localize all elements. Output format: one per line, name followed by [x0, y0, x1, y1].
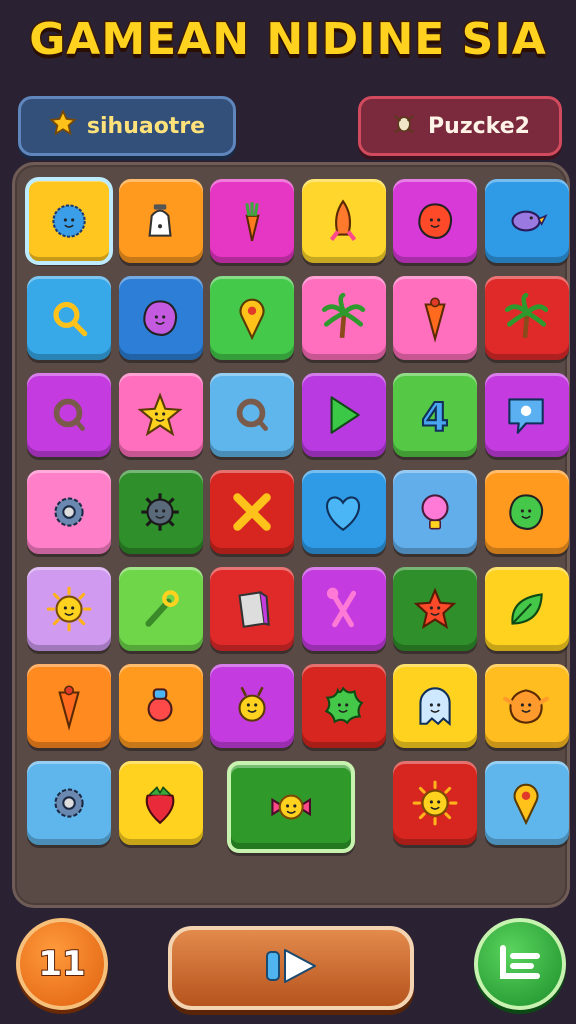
board-tile[interactable]: [301, 664, 386, 748]
moves-counter-button[interactable]: 11: [16, 918, 108, 1010]
star-icon: [49, 108, 77, 144]
wrench-icon: [119, 567, 203, 651]
red-blob-icon: [393, 179, 477, 263]
board-tile[interactable]: [27, 664, 111, 748]
puzzle-level-badge[interactable]: Puzcke2: [358, 96, 562, 156]
board-tile[interactable]: [118, 179, 203, 263]
board-tile[interactable]: [484, 373, 569, 457]
board-tile[interactable]: [484, 567, 569, 651]
toy-icon: [119, 664, 203, 748]
green-blob-icon: [485, 470, 569, 554]
palm-tree-icon: [485, 276, 569, 360]
palm-tree-icon: [302, 276, 386, 360]
purple-blob-icon: [119, 276, 203, 360]
play-arrow-icon: [302, 373, 386, 457]
board-tile-wide[interactable]: [227, 761, 355, 853]
sun-bow-icon: [231, 765, 351, 849]
svg-text:4: 4: [421, 395, 449, 441]
board-tile[interactable]: [484, 276, 569, 360]
board-tile[interactable]: [118, 276, 203, 360]
board-tile[interactable]: [301, 276, 386, 360]
bug-icon: [390, 109, 418, 144]
map-pin-icon: [210, 276, 294, 360]
menu-button[interactable]: [474, 918, 566, 1010]
gear-icon: [27, 761, 111, 845]
board-tile[interactable]: [27, 567, 111, 651]
board-tile[interactable]: [210, 664, 294, 748]
board-tile[interactable]: [210, 470, 294, 554]
board-tile[interactable]: [210, 276, 294, 360]
board-tile[interactable]: [210, 179, 294, 263]
orange-creature-icon: [485, 664, 569, 748]
board-tile[interactable]: [393, 567, 477, 651]
lightbulb-icon: [393, 470, 477, 554]
scissors-icon: [302, 567, 386, 651]
left-badge-label: sihuaotre: [86, 113, 206, 139]
board-tile[interactable]: [301, 179, 386, 263]
list-icon: [497, 942, 543, 986]
board-tile[interactable]: [118, 761, 203, 845]
board-tile[interactable]: [393, 664, 477, 748]
board-tile[interactable]: [25, 177, 113, 265]
board-tile[interactable]: [393, 179, 477, 263]
board-tile[interactable]: [484, 664, 569, 748]
board-tile[interactable]: [484, 761, 569, 845]
board-tile[interactable]: [393, 276, 477, 360]
yellow-bug-icon: [210, 664, 294, 748]
bell-icon: [119, 179, 203, 263]
play-button[interactable]: [168, 926, 414, 1010]
right-badge-label: Puzcke2: [428, 113, 530, 139]
ghost-icon: [393, 664, 477, 748]
strawberry-icon: [119, 761, 203, 845]
board-tile[interactable]: [484, 179, 569, 263]
gear-icon: [27, 470, 111, 554]
play-icon: [261, 944, 321, 992]
cone-icon: [393, 276, 477, 360]
board-tile[interactable]: 4: [393, 373, 477, 457]
ring-icon: [27, 373, 111, 457]
green-splat-icon: [302, 664, 386, 748]
cone-icon: [27, 664, 111, 748]
rocket-icon: [302, 179, 386, 263]
board-tile[interactable]: [301, 567, 386, 651]
book-icon: [210, 567, 294, 651]
board-tile[interactable]: [301, 373, 386, 457]
map-pin-icon: [485, 761, 569, 845]
speech-bubble-icon: [485, 373, 569, 457]
red-star-creature-icon: [393, 567, 477, 651]
board-tile[interactable]: [27, 373, 111, 457]
game-title: GAMEAN NIDINE SIA: [28, 13, 548, 67]
board-tile[interactable]: [393, 761, 477, 845]
board-tile[interactable]: [118, 373, 203, 457]
puzzle-board: 4: [12, 162, 570, 908]
board-tile[interactable]: [210, 373, 294, 457]
fuzzy-blue-monster-icon: [27, 179, 111, 263]
board-tile[interactable]: [27, 761, 111, 845]
cross-icon: [210, 470, 294, 554]
board-tile[interactable]: [118, 664, 203, 748]
board-tile[interactable]: [484, 470, 569, 554]
board-tile[interactable]: [118, 567, 203, 651]
star-score-badge[interactable]: sihuaotre: [18, 96, 236, 156]
board-tile[interactable]: [118, 470, 203, 554]
sun-icon: [27, 567, 111, 651]
board-tile[interactable]: [210, 567, 294, 651]
number-four-icon: 4: [393, 373, 477, 457]
board-tile[interactable]: [393, 470, 477, 554]
ring-icon: [210, 373, 294, 457]
board-tile[interactable]: [301, 470, 386, 554]
carrot-icon: [210, 179, 294, 263]
star-creature-icon: [119, 373, 203, 457]
purple-bird-icon: [485, 179, 569, 263]
sun-icon: [393, 761, 477, 845]
magnifier-icon: [27, 276, 111, 360]
board-tile[interactable]: [27, 276, 111, 360]
leaf-icon: [485, 567, 569, 651]
heart-icon: [302, 470, 386, 554]
board-tile[interactable]: [27, 470, 111, 554]
spiky-ball-icon: [119, 470, 203, 554]
